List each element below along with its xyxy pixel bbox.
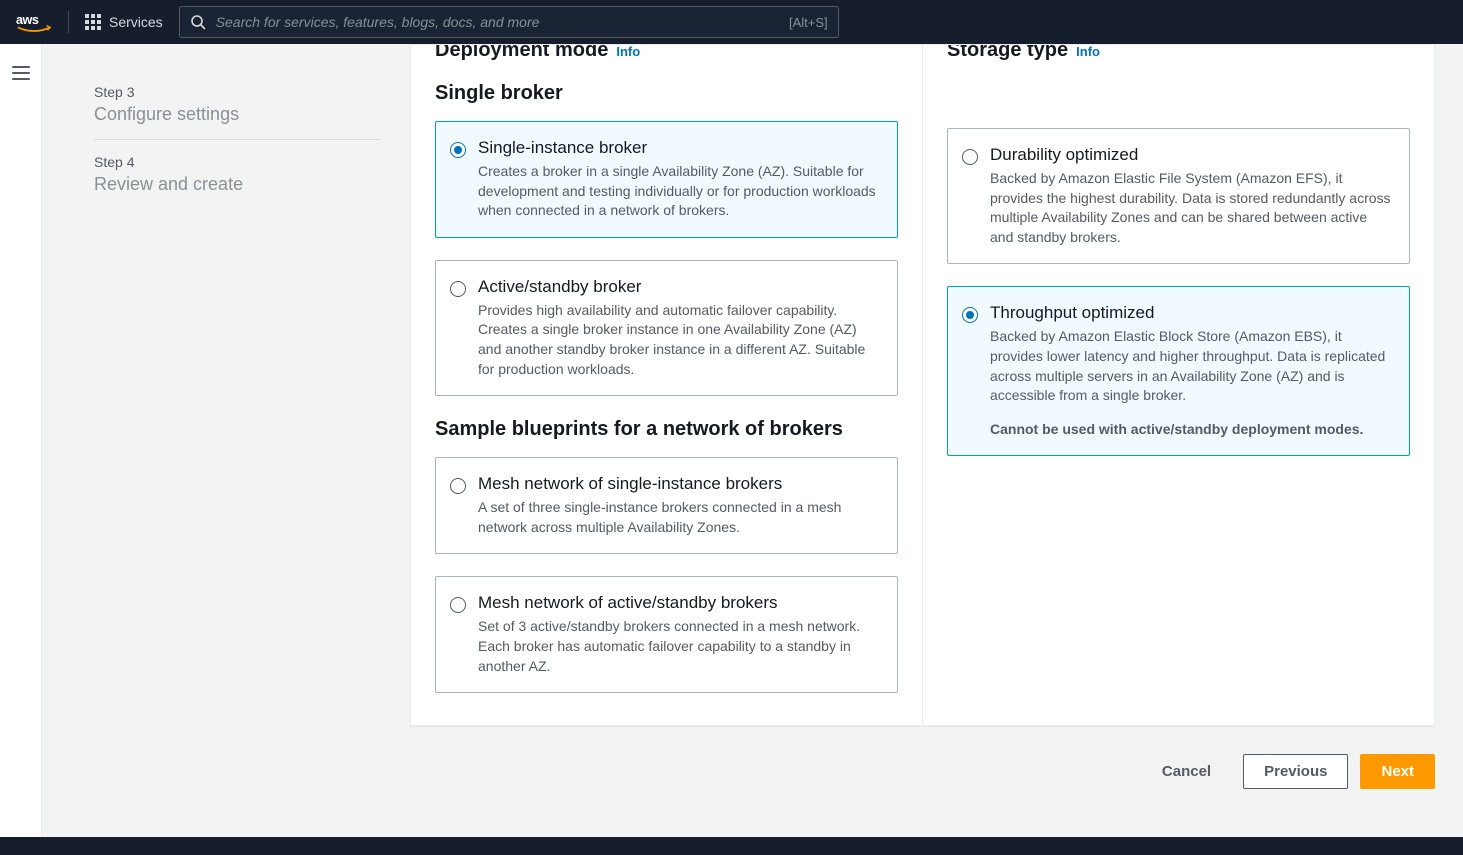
top-nav: aws Services [Alt+S] [0, 0, 1463, 44]
tile-desc: Set of 3 active/standby brokers connecte… [478, 617, 879, 676]
search-container[interactable]: [Alt+S] [179, 6, 839, 38]
hamburger-icon[interactable] [12, 62, 30, 84]
info-link[interactable]: Info [1076, 45, 1100, 59]
tile-active-standby-broker[interactable]: Active/standby broker Provides high avai… [435, 260, 898, 396]
tile-desc: Backed by Amazon Elastic File System (Am… [990, 169, 1391, 247]
tile-title: Mesh network of active/standby brokers [478, 593, 879, 613]
search-icon [190, 14, 206, 30]
tile-desc: Backed by Amazon Elastic Block Store (Am… [990, 327, 1391, 405]
radio-icon [450, 281, 466, 297]
services-menu-button[interactable]: Services [85, 14, 163, 30]
grid-icon [85, 14, 101, 30]
wizard-steps-sidebar: Step 3 Configure settings Step 4 Review … [70, 44, 410, 789]
step-label: Step 4 [94, 154, 380, 170]
blueprints-heading: Sample blueprints for a network of broke… [435, 418, 898, 441]
step-title: Review and create [94, 174, 380, 195]
storage-heading: Storage type [947, 45, 1068, 62]
tile-title: Single-instance broker [478, 138, 879, 158]
tile-title: Throughput optimized [990, 303, 1391, 323]
deployment-mode-section: Deployment mode Info Single broker Singl… [411, 45, 923, 725]
tile-mesh-single-instance[interactable]: Mesh network of single-instance brokers … [435, 457, 898, 554]
storage-type-section: Storage type Info Durability optimized B… [923, 45, 1434, 725]
tile-durability-optimized[interactable]: Durability optimized Backed by Amazon El… [947, 128, 1410, 264]
services-label: Services [109, 14, 163, 30]
bottom-bar [0, 837, 1463, 855]
tile-throughput-optimized[interactable]: Throughput optimized Backed by Amazon El… [947, 286, 1410, 456]
wizard-footer: Cancel Previous Next [410, 754, 1435, 789]
wizard-step-4[interactable]: Step 4 Review and create [94, 140, 380, 209]
configuration-card: Deployment mode Info Single broker Singl… [410, 44, 1435, 726]
radio-icon [450, 478, 466, 494]
left-rail [0, 44, 42, 855]
step-label: Step 3 [94, 84, 380, 100]
wizard-step-3[interactable]: Step 3 Configure settings [94, 70, 380, 140]
radio-icon [450, 142, 466, 158]
radio-icon [450, 597, 466, 613]
radio-icon [962, 307, 978, 323]
search-shortcut-hint: [Alt+S] [789, 15, 828, 30]
tile-title: Durability optimized [990, 145, 1391, 165]
deployment-heading: Deployment mode [435, 45, 608, 62]
tile-title: Active/standby broker [478, 277, 879, 297]
tile-desc: Creates a broker in a single Availabilit… [478, 162, 879, 221]
radio-icon [962, 149, 978, 165]
tile-title: Mesh network of single-instance brokers [478, 474, 879, 494]
search-input[interactable] [216, 14, 779, 30]
tile-desc: Provides high availability and automatic… [478, 301, 879, 379]
step-title: Configure settings [94, 104, 380, 125]
single-broker-heading: Single broker [435, 82, 898, 105]
svg-text:aws: aws [16, 13, 39, 27]
next-button[interactable]: Next [1360, 754, 1435, 789]
previous-button[interactable]: Previous [1243, 754, 1348, 789]
info-link[interactable]: Info [616, 45, 640, 59]
tile-note: Cannot be used with active/standby deplo… [990, 420, 1391, 440]
tile-mesh-active-standby[interactable]: Mesh network of active/standby brokers S… [435, 576, 898, 693]
tile-desc: A set of three single-instance brokers c… [478, 498, 879, 537]
cancel-button[interactable]: Cancel [1142, 755, 1231, 788]
aws-logo[interactable]: aws [16, 11, 69, 33]
tile-single-instance-broker[interactable]: Single-instance broker Creates a broker … [435, 121, 898, 238]
